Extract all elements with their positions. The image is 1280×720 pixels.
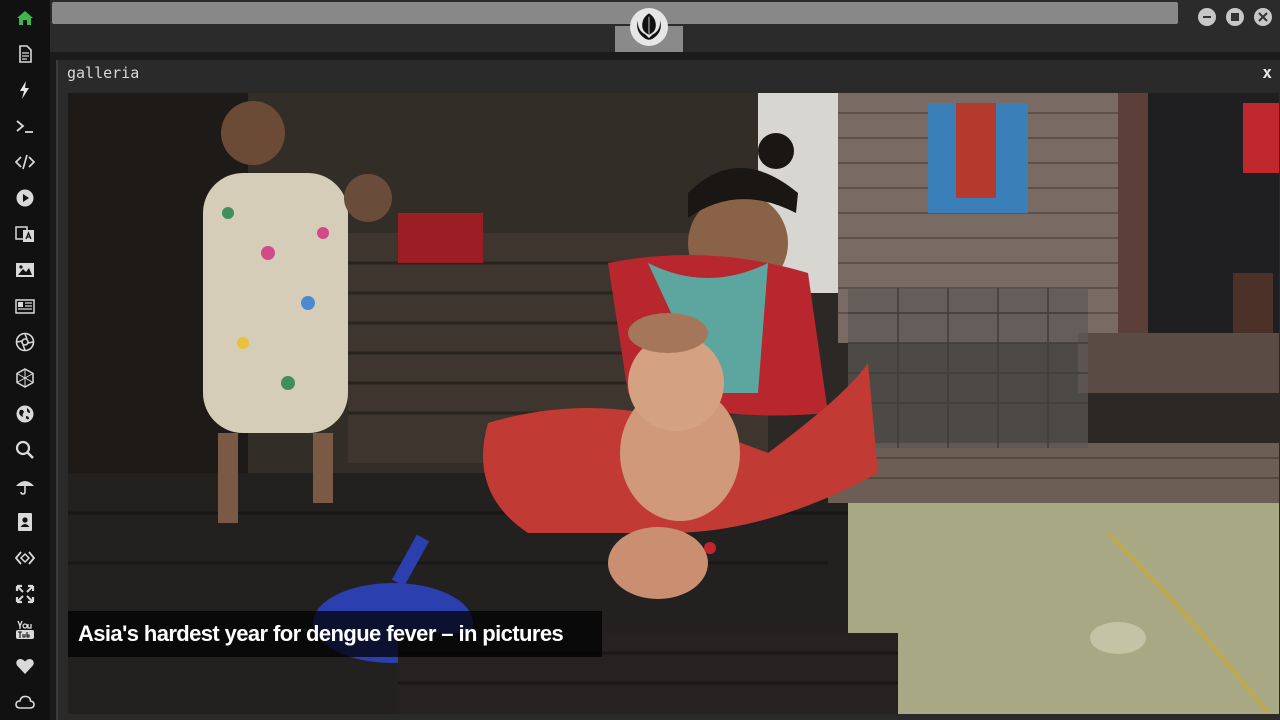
minimize-icon (1203, 16, 1211, 18)
galleria-window: galleria x Asia's hardest year for dengu… (56, 60, 1280, 720)
cloud-icon[interactable] (13, 690, 37, 714)
umbrella-icon[interactable] (13, 474, 37, 498)
terminal-icon[interactable] (13, 114, 37, 138)
expand-icon[interactable] (13, 582, 37, 606)
news-icon[interactable] (13, 294, 37, 318)
window-close-button[interactable]: x (1262, 63, 1272, 82)
contact-icon[interactable] (13, 510, 37, 534)
minimize-button[interactable] (1198, 8, 1216, 26)
sidebar (0, 0, 50, 720)
globe-icon[interactable] (13, 402, 37, 426)
address-bar[interactable] (52, 2, 1178, 24)
caption-text: Asia's hardest year for dengue fever – i… (78, 621, 564, 646)
gallery-caption: Asia's hardest year for dengue fever – i… (68, 611, 602, 657)
rebel-alliance-logo-icon (630, 8, 668, 46)
translate-icon[interactable] (13, 222, 37, 246)
play-icon[interactable] (13, 186, 37, 210)
close-window-button[interactable] (1254, 8, 1272, 26)
gallery-photo[interactable]: Asia's hardest year for dengue fever – i… (68, 93, 1279, 714)
close-icon (1258, 12, 1268, 22)
maximize-button[interactable] (1226, 8, 1244, 26)
embed-icon[interactable] (13, 546, 37, 570)
window-title: galleria (67, 64, 140, 82)
image-icon[interactable] (13, 258, 37, 282)
code-icon[interactable] (13, 150, 37, 174)
aperture-icon[interactable] (13, 330, 37, 354)
search-icon[interactable] (13, 438, 37, 462)
document-icon[interactable] (13, 42, 37, 66)
lightning-icon[interactable] (13, 78, 37, 102)
heart-icon[interactable] (13, 654, 37, 678)
maximize-icon (1231, 13, 1239, 21)
youtube-icon[interactable] (13, 618, 37, 642)
hexagon-icon[interactable] (13, 366, 37, 390)
home-icon[interactable] (13, 6, 37, 30)
